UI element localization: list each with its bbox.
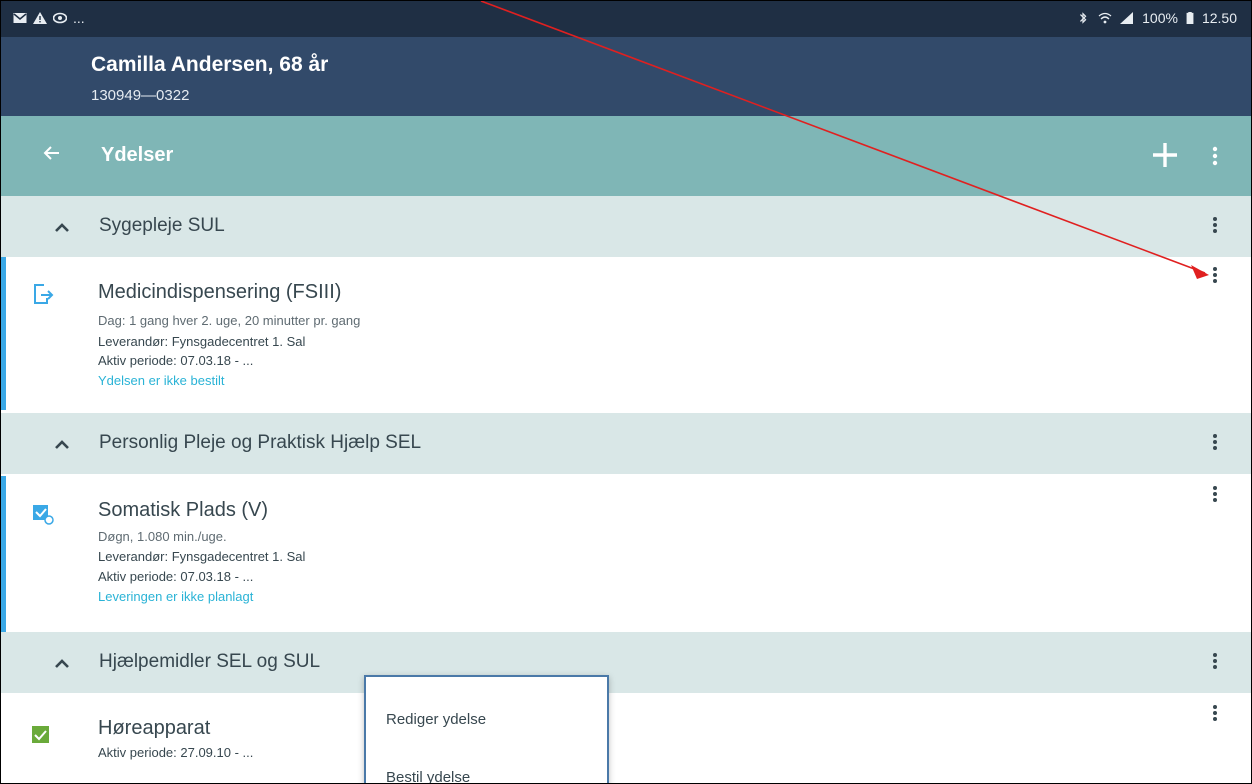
status-ellipsis: ... bbox=[73, 10, 85, 26]
back-arrow-icon[interactable] bbox=[39, 140, 65, 166]
list-item[interactable]: Medicindispensering (FSIII) Dag: 1 gang … bbox=[1, 257, 1251, 410]
check-clock-icon bbox=[33, 505, 54, 525]
menu-item-edit[interactable]: Rediger ydelse bbox=[386, 711, 486, 728]
list-item[interactable]: Somatisk Plads (V) Døgn, 1.080 min./uge.… bbox=[1, 476, 1251, 632]
more-options-icon[interactable] bbox=[1205, 701, 1225, 725]
item-provider: Leverandør: Fynsgadecentret 1. Sal bbox=[98, 549, 306, 564]
exit-icon bbox=[34, 284, 54, 304]
more-options-icon[interactable] bbox=[1205, 263, 1225, 287]
context-menu: Rediger ydelse Bestil ydelse bbox=[364, 675, 609, 783]
page-title: Ydelser bbox=[101, 144, 174, 166]
more-options-icon[interactable] bbox=[1205, 212, 1225, 236]
section-sygepleje[interactable]: Sygepleje SUL bbox=[1, 196, 1251, 257]
more-options-icon[interactable] bbox=[1205, 648, 1225, 672]
item-period: Aktiv periode: 27.09.10 - ... bbox=[98, 745, 254, 760]
chevron-up-icon[interactable] bbox=[51, 216, 73, 238]
warning-icon bbox=[33, 12, 47, 24]
item-title: Høreapparat bbox=[98, 717, 211, 739]
more-options-icon[interactable] bbox=[1205, 429, 1225, 453]
section-hjaelpemidler[interactable]: Hjælpemidler SEL og SUL bbox=[1, 632, 1251, 693]
item-frequency: Dag: 1 gang hver 2. uge, 20 minutter pr.… bbox=[98, 313, 361, 328]
chevron-up-icon[interactable] bbox=[51, 652, 73, 674]
item-title: Somatisk Plads (V) bbox=[98, 499, 269, 521]
patient-cpr: 130949—0322 bbox=[91, 87, 190, 104]
section-label: Sygepleje SUL bbox=[99, 215, 225, 236]
item-provider: Leverandør: Fynsgadecentret 1. Sal bbox=[98, 334, 306, 349]
clock: 12.50 bbox=[1201, 10, 1237, 26]
item-period: Aktiv periode: 07.03.18 - ... bbox=[98, 353, 254, 368]
app-frame: ... 100% 12.50 Camilla Andersen, 68 år 1… bbox=[0, 0, 1252, 784]
chevron-up-icon[interactable] bbox=[51, 433, 73, 455]
section-personlig-pleje[interactable]: Personlig Pleje og Praktisk Hjælp SEL bbox=[1, 413, 1251, 474]
status-left: ... bbox=[13, 10, 85, 26]
item-period: Aktiv periode: 07.03.18 - ... bbox=[98, 569, 254, 584]
checkbox-icon bbox=[32, 726, 49, 743]
battery-icon bbox=[1186, 12, 1194, 24]
section-label: Personlig Pleje og Praktisk Hjælp SEL bbox=[99, 432, 422, 453]
section-label: Hjælpemidler SEL og SUL bbox=[99, 651, 321, 672]
status-right: 100% 12.50 bbox=[1076, 10, 1237, 26]
item-status[interactable]: Ydelsen er ikke bestilt bbox=[98, 373, 224, 388]
battery-percent: 100% bbox=[1142, 10, 1178, 26]
item-title: Medicindispensering (FSIII) bbox=[98, 281, 342, 303]
patient-name: Camilla Andersen, 68 år bbox=[91, 53, 329, 76]
more-options-icon[interactable] bbox=[1205, 143, 1225, 169]
item-status[interactable]: Leveringen er ikke planlagt bbox=[98, 589, 253, 604]
wifi-icon bbox=[1098, 12, 1112, 24]
more-options-icon[interactable] bbox=[1205, 482, 1225, 506]
signal-icon bbox=[1120, 12, 1134, 24]
status-bar: ... 100% 12.50 bbox=[1, 1, 1251, 37]
toolbar: Ydelser bbox=[1, 116, 1251, 196]
menu-item-order[interactable]: Bestil ydelse bbox=[386, 769, 470, 783]
item-frequency: Døgn, 1.080 min./uge. bbox=[98, 529, 227, 544]
patient-header: Camilla Andersen, 68 år 130949—0322 bbox=[1, 37, 1251, 116]
bluetooth-icon bbox=[1080, 12, 1087, 24]
add-icon[interactable] bbox=[1148, 138, 1182, 172]
list-item[interactable]: Høreapparat Aktiv periode: 27.09.10 - ..… bbox=[1, 695, 1251, 783]
eye-icon bbox=[53, 12, 67, 24]
mail-icon bbox=[13, 13, 27, 23]
